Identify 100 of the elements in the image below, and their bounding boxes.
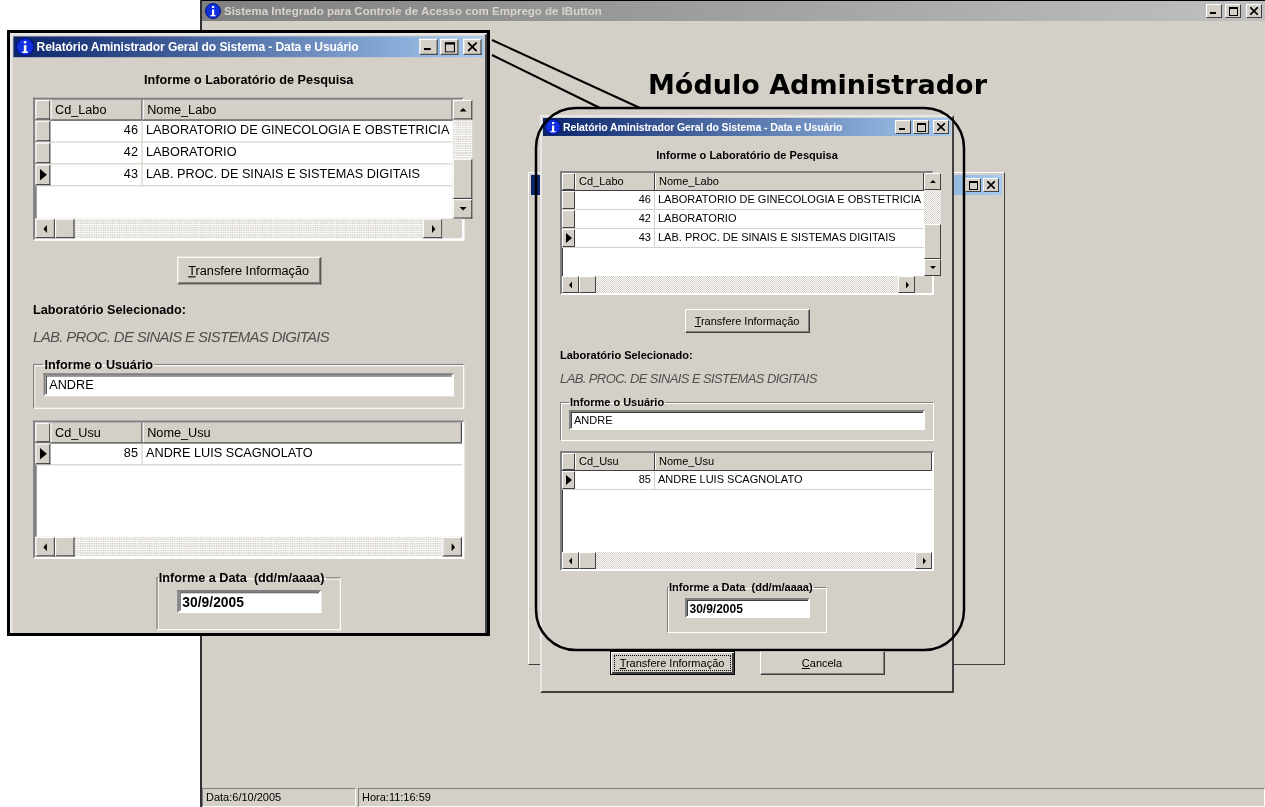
row-selector[interactable] — [35, 164, 51, 186]
scrollbar-corner — [915, 276, 932, 293]
scroll-down-button[interactable] — [924, 259, 942, 276]
row-selector[interactable] — [562, 471, 575, 489]
info-icon — [15, 37, 35, 57]
group-label: Informe o Usuário — [569, 396, 666, 408]
table-cell: 42 — [50, 142, 143, 164]
maximize-button[interactable] — [1225, 4, 1241, 18]
section-heading: Informe o Laboratório de Pesquisa — [655, 149, 839, 161]
maximize-button[interactable] — [440, 38, 459, 55]
selected-value: LAB. PROC. DE SINAIS E SISTEMAS DIGITAIS — [560, 371, 818, 386]
scroll-up-button[interactable] — [924, 173, 942, 190]
table-cell-text: ANDRE LUIS SCAGNOLATO — [145, 444, 314, 462]
vertical-scrollbar[interactable] — [924, 173, 942, 276]
close-icon — [467, 42, 477, 52]
maximize-icon — [916, 122, 926, 132]
scroll-thumb[interactable] — [54, 218, 75, 239]
close-button[interactable] — [933, 120, 949, 134]
column-header[interactable]: Cd_Usu — [575, 453, 655, 470]
row-pointer-icon — [565, 233, 572, 243]
up-arrow-icon — [928, 177, 937, 186]
input-field[interactable]: 30/9/2005 — [176, 589, 321, 613]
scroll-left-button[interactable] — [562, 552, 579, 569]
table-cell: 85 — [575, 471, 655, 489]
row-selector[interactable] — [562, 210, 575, 228]
field-label: Laboratório Selecionado: — [560, 349, 694, 361]
table-cell-text: LABORATORIO — [657, 211, 738, 226]
scroll-thumb[interactable] — [579, 552, 596, 569]
table-cell: 43 — [50, 164, 143, 186]
window-title: Relatório Aministrador Geral do Sistema - Data e Usuário — [36, 39, 360, 54]
scroll-left-button[interactable] — [35, 536, 55, 557]
scroll-right-button[interactable] — [442, 536, 462, 557]
table-cell: 42 — [575, 210, 655, 228]
minimize-button[interactable] — [419, 38, 438, 55]
close-button[interactable] — [983, 178, 999, 192]
column-header[interactable]: Nome_Labo — [142, 99, 453, 120]
maximize-icon — [1228, 6, 1238, 16]
horizontal-scrollbar[interactable] — [35, 218, 443, 239]
close-button[interactable] — [1246, 4, 1262, 18]
horizontal-scrollbar[interactable] — [562, 276, 915, 293]
minimize-button[interactable] — [1206, 4, 1222, 18]
scroll-up-button[interactable] — [452, 99, 473, 120]
column-header[interactable]: Cd_Labo — [50, 99, 143, 120]
info-icon — [545, 119, 561, 135]
module-title: Módulo Administrador — [648, 69, 987, 100]
row-selector[interactable] — [35, 142, 51, 164]
scroll-right-button[interactable] — [915, 552, 932, 569]
input-field[interactable]: 30/9/2005 — [684, 598, 810, 618]
dialog-button[interactable]: Cancela — [759, 651, 885, 675]
close-icon — [937, 123, 945, 131]
group-label: Informe o Usuário — [43, 357, 155, 371]
horizontal-scrollbar[interactable] — [35, 536, 462, 557]
row-selector[interactable] — [35, 120, 51, 142]
row-selector[interactable] — [562, 191, 575, 209]
scroll-left-button[interactable] — [35, 218, 55, 239]
row-pointer-icon — [39, 169, 47, 181]
scroll-thumb[interactable] — [579, 276, 596, 293]
column-header[interactable]: Nome_Usu — [655, 453, 932, 470]
row-selector[interactable] — [35, 443, 51, 465]
minimize-icon — [1210, 12, 1216, 14]
vertical-scrollbar[interactable] — [452, 99, 473, 219]
window-title: Sistema Integrado para Controle de Acesso com Emprego de IButton — [224, 5, 603, 17]
row-selector[interactable] — [562, 229, 575, 247]
scroll-right-button[interactable] — [422, 218, 443, 239]
scroll-right-button[interactable] — [898, 276, 915, 293]
row-pointer-icon — [39, 448, 47, 460]
row-pointer-icon — [565, 475, 572, 485]
maximize-icon — [968, 180, 978, 190]
close-icon — [1250, 7, 1258, 15]
table-cell-text: ANDRE LUIS SCAGNOLATO — [657, 472, 804, 487]
scroll-thumb[interactable] — [54, 536, 75, 557]
transfer-button[interactable]: Transfere Informação — [176, 256, 321, 285]
input-field[interactable]: ANDRE — [43, 373, 454, 397]
column-header[interactable]: Cd_Usu — [50, 422, 143, 443]
table-cell: 43 — [575, 229, 655, 247]
table-cell-text: LABORATORIO DE GINECOLOGIA E OBSTETRICIA — [657, 192, 923, 207]
status-panel: Hora:11:16:59 — [358, 788, 1265, 807]
close-button[interactable] — [463, 38, 482, 55]
column-header[interactable]: Nome_Usu — [142, 422, 462, 443]
scrollbar-corner — [442, 218, 462, 239]
scroll-thumb[interactable] — [452, 158, 473, 200]
field-label: Laboratório Selecionado: — [33, 302, 187, 317]
table-cell: 46 — [575, 191, 655, 209]
table-cell-text: LABORATORIO DE GINECOLOGIA E OBSTETRICIA — [145, 121, 451, 139]
scroll-thumb[interactable] — [924, 224, 942, 259]
maximize-button[interactable] — [913, 120, 929, 134]
scroll-left-button[interactable] — [562, 276, 579, 293]
transfer-button[interactable]: Transfere Informação — [684, 309, 810, 333]
maximize-button[interactable] — [965, 178, 981, 192]
horizontal-scrollbar[interactable] — [562, 552, 932, 569]
input-field[interactable]: ANDRE — [569, 410, 925, 430]
minimize-icon — [423, 48, 431, 51]
group-label: Informe a Data (dd/m/aaaa) — [668, 581, 814, 593]
window-title: Relatório Aministrador Geral do Sistema - Data e Usuário — [563, 121, 844, 133]
close-icon — [987, 181, 995, 189]
minimize-button[interactable] — [895, 120, 911, 134]
scroll-down-button[interactable] — [452, 199, 473, 219]
selected-value: LAB. PROC. DE SINAIS E SISTEMAS DIGITAIS — [33, 328, 331, 346]
dialog-button[interactable]: Transfere Informação — [609, 651, 735, 675]
column-header[interactable]: Cd_Labo — [575, 173, 655, 190]
